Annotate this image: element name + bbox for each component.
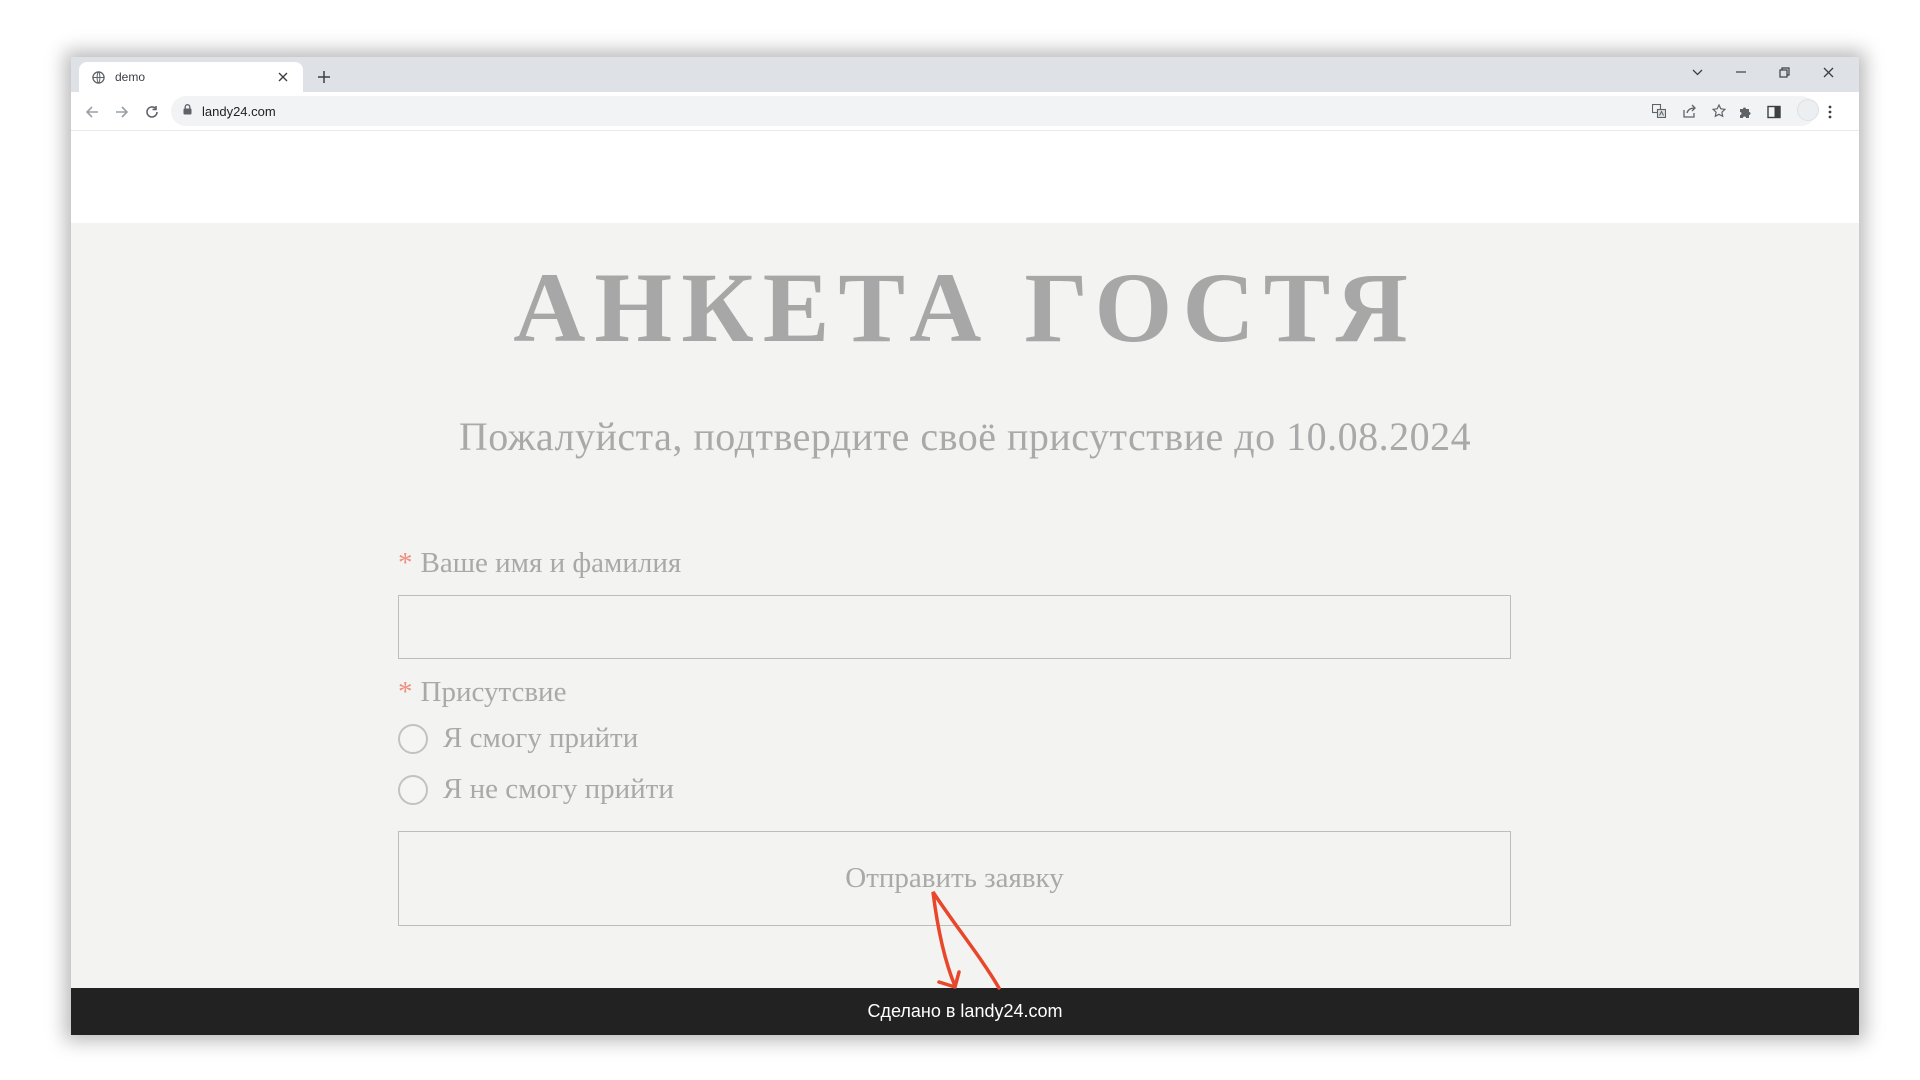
screenshot-stage: demo landy24.com АНКЕТА ГОСТЯ Пожалуйста… — [0, 0, 1920, 1080]
translate-icon[interactable] — [1651, 103, 1667, 119]
attendance-label-text: Присутсвие — [420, 676, 567, 708]
browser-window: demo landy24.com АНКЕТА ГОСТЯ Пожалуйста… — [71, 57, 1859, 1035]
page-subtitle: Пожалуйста, подтвердите своё присутствие… — [458, 414, 1472, 459]
tab-title: demo — [115, 70, 146, 84]
close-icon[interactable] — [275, 69, 291, 85]
radio-button[interactable] — [398, 774, 428, 805]
restore-icon[interactable] — [1764, 57, 1804, 87]
plus-icon[interactable] — [311, 64, 337, 90]
name-label-text: Ваше имя и фамилия — [420, 547, 682, 579]
side-panel-icon[interactable] — [1765, 103, 1783, 121]
puzzle-icon[interactable] — [1736, 103, 1754, 121]
profile-avatar[interactable] — [1797, 99, 1819, 121]
radio-button[interactable] — [398, 723, 428, 754]
globe-icon — [91, 70, 105, 84]
browser-tab[interactable]: demo — [79, 62, 303, 92]
name-input[interactable] — [398, 595, 1511, 659]
reload-icon[interactable] — [139, 99, 165, 125]
radio-label: Я не смогу прийти — [443, 773, 674, 805]
page-header-spacer — [71, 131, 1859, 223]
kebab-menu-icon[interactable] — [1821, 103, 1839, 121]
close-window-icon[interactable] — [1808, 57, 1848, 87]
footer-credit-link[interactable]: Сделано в landy24.com — [867, 1001, 1062, 1022]
page-content: АНКЕТА ГОСТЯ Пожалуйста, подтвердите сво… — [71, 223, 1859, 1035]
footer-bar: Сделано в landy24.com — [71, 988, 1859, 1035]
attendance-label: * Присутсвие — [398, 676, 566, 709]
required-mark: * — [398, 547, 413, 579]
radio-option-decline[interactable]: Я не смогу прийти — [398, 773, 674, 806]
page-title: АНКЕТА ГОСТЯ — [513, 252, 1417, 363]
required-mark: * — [398, 676, 413, 708]
radio-option-attend[interactable]: Я смогу прийти — [398, 722, 638, 755]
share-icon[interactable] — [1681, 103, 1697, 119]
lock-icon — [183, 102, 192, 120]
chevron-down-icon[interactable] — [1677, 57, 1717, 87]
tab-strip: demo — [71, 57, 1859, 92]
back-icon[interactable] — [79, 99, 105, 125]
url-text: landy24.com — [202, 103, 276, 119]
name-field-label: * Ваше имя и фамилия — [398, 547, 681, 580]
forward-icon[interactable] — [109, 99, 135, 125]
browser-toolbar: landy24.com — [71, 92, 1859, 131]
submit-button[interactable]: Отправить заявку — [398, 831, 1511, 926]
star-icon[interactable] — [1711, 103, 1727, 119]
minimize-icon[interactable] — [1721, 57, 1761, 87]
address-bar[interactable]: landy24.com — [171, 96, 1816, 126]
radio-label: Я смогу прийти — [443, 722, 639, 754]
